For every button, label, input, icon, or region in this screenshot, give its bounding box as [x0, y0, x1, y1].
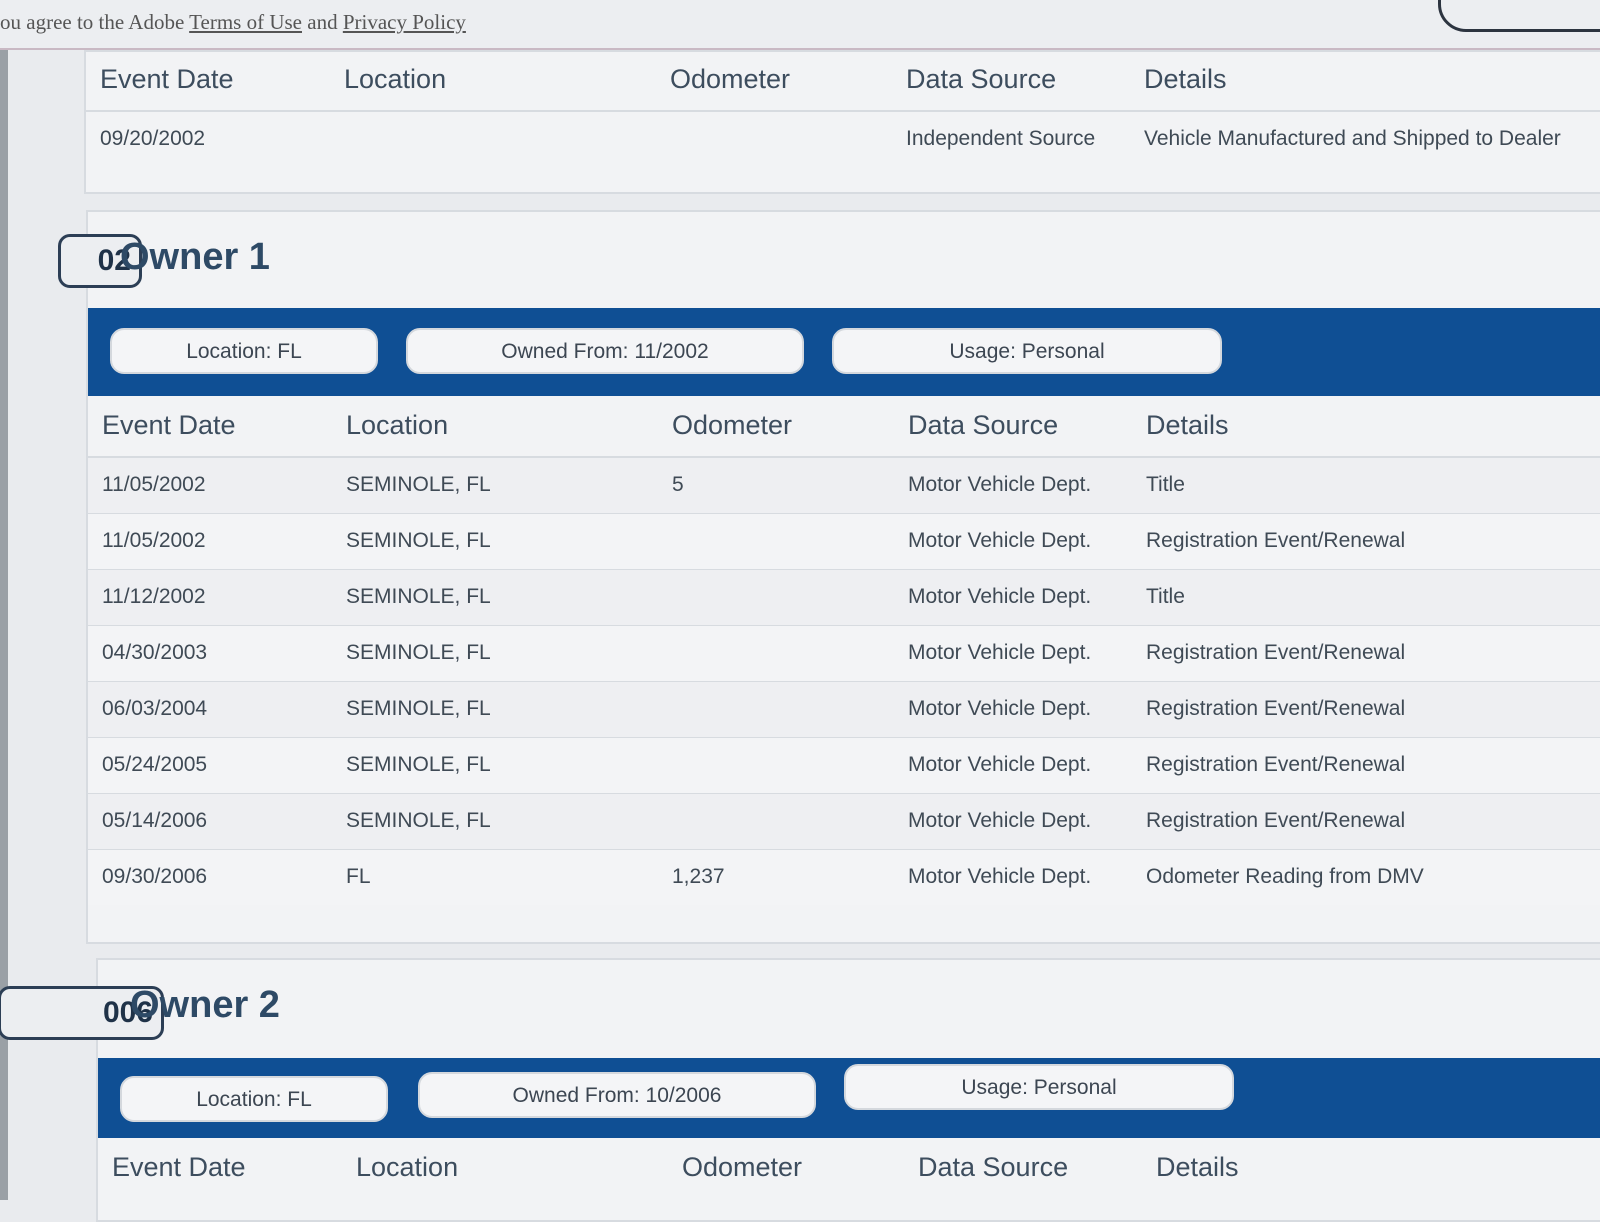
manufacture-section: Event Date Location Odometer Data Source…: [84, 50, 1600, 194]
owned-from-pill: Owned From: 11/2002: [406, 328, 804, 374]
table-row: 06/03/2004 SEMINOLE, FL Motor Vehicle De…: [88, 682, 1600, 739]
col-details: Details: [1144, 64, 1227, 94]
cell-date: 04/30/2003: [102, 641, 208, 664]
usage-pill: Usage: Personal: [844, 1064, 1234, 1110]
cell-odometer: 1,237: [672, 865, 725, 888]
table-header: Event Date Location Odometer Data Source…: [98, 1140, 1600, 1198]
table-row: 11/05/2002 SEMINOLE, FL 5 Motor Vehicle …: [88, 458, 1600, 515]
cell-date: 05/24/2005: [102, 753, 208, 776]
cell-location: SEMINOLE, FL: [346, 529, 491, 552]
col-data-source: Data Source: [918, 1152, 1069, 1182]
cell-source: Independent Source: [906, 127, 1096, 150]
owner-2-section: 006 Owner 2 Location: FL Owned From: 10/…: [0, 958, 1600, 1222]
col-location: Location: [344, 64, 447, 94]
owner-summary-bar: Location: FL Owned From: 10/2006 Usage: …: [98, 1058, 1600, 1138]
location-pill: Location: FL: [120, 1076, 388, 1122]
table-row: 05/14/2006 SEMINOLE, FL Motor Vehicle De…: [88, 794, 1600, 851]
cell-details: Registration Event/Renewal: [1146, 809, 1406, 832]
agree-text: ou agree to the Adobe: [0, 10, 190, 34]
top-bar: ou agree to the Adobe Terms of Use and P…: [0, 0, 1600, 50]
owned-from-pill: Owned From: 10/2006: [418, 1072, 816, 1118]
cell-details: Registration Event/Renewal: [1146, 753, 1406, 776]
cell-source: Motor Vehicle Dept.: [908, 697, 1092, 720]
col-details: Details: [1156, 1152, 1239, 1182]
cell-source: Motor Vehicle Dept.: [908, 753, 1092, 776]
legal-notice: ou agree to the Adobe Terms of Use and P…: [0, 10, 466, 35]
cell-location: SEMINOLE, FL: [346, 809, 491, 832]
usage-pill: Usage: Personal: [832, 328, 1222, 374]
cell-source: Motor Vehicle Dept.: [908, 865, 1092, 888]
owner-1-section: 02 Owner 1 Location: FL Owned From: 11/2…: [58, 210, 1600, 944]
col-odometer: Odometer: [672, 410, 793, 440]
cell-source: Motor Vehicle Dept.: [908, 809, 1092, 832]
cell-details: Registration Event/Renewal: [1146, 697, 1406, 720]
cell-location: SEMINOLE, FL: [346, 641, 491, 664]
cell-date: 11/12/2002: [102, 585, 206, 608]
table-header: Event Date Location Odometer Data Source…: [88, 398, 1600, 458]
and-text: and: [302, 10, 343, 34]
cell-location: SEMINOLE, FL: [346, 585, 491, 608]
owner-summary-bar: Location: FL Owned From: 11/2002 Usage: …: [88, 308, 1600, 396]
location-pill: Location: FL: [110, 328, 378, 374]
table-row: 04/30/2003 SEMINOLE, FL Motor Vehicle De…: [88, 626, 1600, 683]
table-row: 09/20/2002 Independent Source Vehicle Ma…: [86, 112, 1600, 167]
cell-location: SEMINOLE, FL: [346, 697, 491, 720]
col-event-date: Event Date: [102, 410, 236, 440]
cell-date: 11/05/2002: [102, 473, 206, 496]
cell-details: Title: [1146, 585, 1185, 608]
col-event-date: Event Date: [100, 64, 234, 94]
cell-location: SEMINOLE, FL: [346, 753, 491, 776]
terms-of-use-link[interactable]: Terms of Use: [189, 10, 302, 34]
cell-source: Motor Vehicle Dept.: [908, 473, 1092, 496]
col-location: Location: [346, 410, 449, 440]
col-data-source: Data Source: [906, 64, 1057, 94]
owner-title: Owner 2: [130, 984, 280, 1026]
col-event-date: Event Date: [112, 1152, 246, 1182]
privacy-policy-link[interactable]: Privacy Policy: [343, 10, 466, 34]
col-location: Location: [356, 1152, 459, 1182]
cell-location: SEMINOLE, FL: [346, 473, 491, 496]
owner-title: Owner 1: [120, 236, 270, 278]
view-summary-button[interactable]: [1438, 0, 1600, 32]
cell-odometer: 5: [672, 473, 684, 496]
col-details: Details: [1146, 410, 1229, 440]
cell-details: Registration Event/Renewal: [1146, 529, 1406, 552]
cell-location: FL: [346, 865, 371, 888]
table-row: 11/05/2002 SEMINOLE, FL Motor Vehicle De…: [88, 514, 1600, 571]
cell-details: Vehicle Manufactured and Shipped to Deal…: [1144, 127, 1561, 150]
table-row: 09/30/2006 FL 1,237 Motor Vehicle Dept. …: [88, 850, 1600, 905]
cell-details: Title: [1146, 473, 1185, 496]
table-header: Event Date Location Odometer Data Source…: [86, 52, 1600, 112]
cell-date: 11/05/2002: [102, 529, 206, 552]
table-row: 05/24/2005 SEMINOLE, FL Motor Vehicle De…: [88, 738, 1600, 795]
table-row: 11/12/2002 SEMINOLE, FL Motor Vehicle De…: [88, 570, 1600, 627]
cell-source: Motor Vehicle Dept.: [908, 641, 1092, 664]
cell-source: Motor Vehicle Dept.: [908, 529, 1092, 552]
cell-details: Odometer Reading from DMV: [1146, 865, 1424, 888]
col-data-source: Data Source: [908, 410, 1059, 440]
col-odometer: Odometer: [670, 64, 791, 94]
col-odometer: Odometer: [682, 1152, 803, 1182]
owner-1-rows: 11/05/2002 SEMINOLE, FL 5 Motor Vehicle …: [88, 458, 1600, 908]
cell-date: 05/14/2006: [102, 809, 208, 832]
cell-date: 09/30/2006: [102, 865, 208, 888]
cell-date: 09/20/2002: [100, 127, 206, 150]
cell-details: Registration Event/Renewal: [1146, 641, 1406, 664]
cell-source: Motor Vehicle Dept.: [908, 585, 1092, 608]
cell-date: 06/03/2004: [102, 697, 208, 720]
